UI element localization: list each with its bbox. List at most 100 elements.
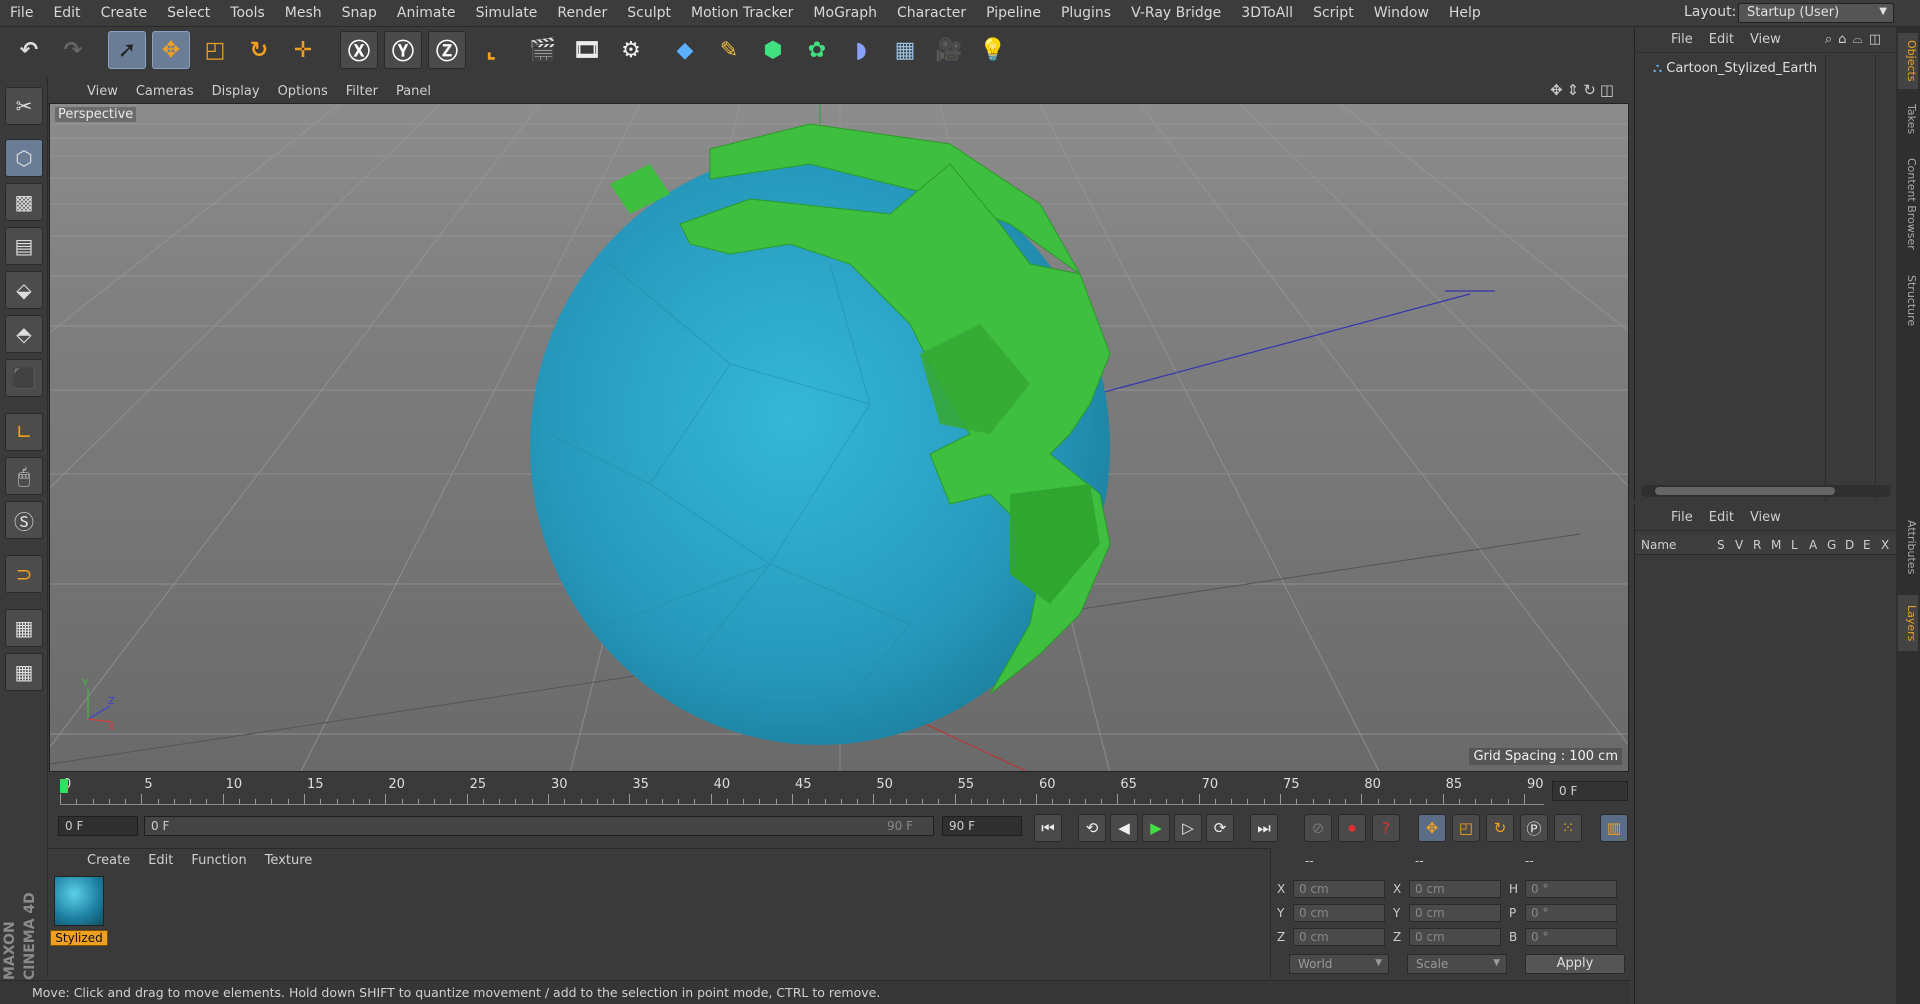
menu-render[interactable]: Render bbox=[547, 5, 617, 21]
next-frame-icon[interactable]: ▷ bbox=[1174, 814, 1202, 842]
workplane-mode-icon[interactable]: ▤ bbox=[5, 227, 43, 265]
menu-edit[interactable]: Edit bbox=[43, 5, 90, 21]
light-icon[interactable]: 💡 bbox=[974, 31, 1012, 69]
mat-menu-function[interactable]: Function bbox=[182, 853, 255, 868]
viewport-nav-icons[interactable]: ✥⇕↻◫ bbox=[1550, 81, 1618, 99]
floor-environment-icon[interactable]: ▦ bbox=[886, 31, 924, 69]
rotation-b-field[interactable]: 0 ° bbox=[1525, 928, 1617, 946]
col-locked[interactable]: L bbox=[1791, 538, 1798, 552]
earth-globe[interactable] bbox=[530, 123, 1111, 745]
col-generators[interactable]: G bbox=[1827, 538, 1836, 552]
obj-menu-file[interactable]: File bbox=[1663, 32, 1701, 47]
obj-menu-edit[interactable]: Edit bbox=[1701, 32, 1742, 47]
size-z-field[interactable]: 0 cm bbox=[1409, 928, 1501, 946]
position-y-field[interactable]: 0 cm bbox=[1293, 904, 1385, 922]
lay-menu-edit[interactable]: Edit bbox=[1701, 510, 1742, 525]
go-to-end-icon[interactable]: ⏭ bbox=[1250, 814, 1278, 842]
vp-menu-panel[interactable]: Panel bbox=[387, 84, 440, 99]
menu-3dtoall[interactable]: 3DToAll bbox=[1231, 5, 1303, 21]
polygons-mode-icon[interactable]: ⬛ bbox=[5, 359, 43, 397]
key-scale-icon[interactable]: ◰ bbox=[1452, 814, 1480, 842]
tab-objects[interactable]: Objects bbox=[1898, 33, 1918, 89]
rotation-h-field[interactable]: 0 ° bbox=[1525, 880, 1617, 898]
key-position-icon[interactable]: ✥ bbox=[1418, 814, 1446, 842]
vp-menu-display[interactable]: Display bbox=[203, 84, 269, 99]
obj-menu-view[interactable]: View bbox=[1742, 32, 1789, 47]
col-render[interactable]: R bbox=[1753, 538, 1761, 552]
key-rotation-icon[interactable]: ↻ bbox=[1486, 814, 1514, 842]
menu-pipeline[interactable]: Pipeline bbox=[976, 5, 1051, 21]
lay-menu-view[interactable]: View bbox=[1742, 510, 1789, 525]
next-key-icon[interactable]: ⟳ bbox=[1206, 814, 1234, 842]
horizontal-scrollbar[interactable] bbox=[1641, 485, 1891, 497]
menu-file[interactable]: File bbox=[0, 5, 43, 21]
edges-mode-icon[interactable]: ⬘ bbox=[5, 315, 43, 353]
view-name-label[interactable]: Perspective bbox=[55, 107, 137, 122]
lay-menu-file[interactable]: File bbox=[1663, 510, 1701, 525]
col-deformers[interactable]: D bbox=[1845, 538, 1854, 552]
render-view-icon[interactable]: 🎬 bbox=[524, 31, 562, 69]
material-name[interactable]: Stylized bbox=[50, 930, 108, 946]
camera-icon[interactable]: 🎥 bbox=[930, 31, 968, 69]
menu-create[interactable]: Create bbox=[91, 5, 158, 21]
timeline-window-icon[interactable]: ▥ bbox=[1600, 814, 1628, 842]
position-z-field[interactable]: 0 cm bbox=[1293, 928, 1385, 946]
grid-icon[interactable]: ▦ bbox=[5, 653, 43, 691]
tweak-mode-icon[interactable]: 🖱 bbox=[5, 457, 43, 495]
menu-motion-tracker[interactable]: Motion Tracker bbox=[681, 5, 803, 21]
coord-mode-select[interactable]: World ▼ bbox=[1289, 954, 1389, 974]
col-name[interactable]: Name bbox=[1641, 538, 1676, 552]
col-xref[interactable]: X bbox=[1881, 538, 1889, 552]
scale-tool-icon[interactable]: ◰ bbox=[196, 31, 234, 69]
coordinate-system-icon[interactable]: ⌞ bbox=[472, 31, 510, 69]
mat-menu-create[interactable]: Create bbox=[78, 853, 139, 868]
points-mode-icon[interactable]: ⬙ bbox=[5, 271, 43, 309]
current-frame-field[interactable]: 0 F bbox=[58, 816, 138, 836]
tab-attributes[interactable]: Attributes bbox=[1898, 507, 1918, 587]
layout-select[interactable]: Startup (User) ▼ bbox=[1738, 3, 1894, 23]
play-icon[interactable]: ▶ bbox=[1142, 814, 1170, 842]
size-y-field[interactable]: 0 cm bbox=[1409, 904, 1501, 922]
scrollbar-thumb[interactable] bbox=[1655, 487, 1835, 495]
render-settings-icon[interactable]: ⚙ bbox=[612, 31, 650, 69]
menu-mesh[interactable]: Mesh bbox=[275, 5, 332, 21]
range-end-field[interactable]: 90 F bbox=[942, 816, 1022, 836]
key-parameter-icon[interactable]: Ⓟ bbox=[1520, 814, 1548, 842]
previous-key-icon[interactable]: ⟲ bbox=[1078, 814, 1106, 842]
x-axis-lock-icon[interactable]: Ⓧ bbox=[340, 31, 378, 69]
transform-tool-icon[interactable]: ✛ bbox=[284, 31, 322, 69]
autokey-icon[interactable]: ⏺ bbox=[1338, 814, 1366, 842]
timeline-ruler[interactable]: 051015202530354045505560657075808590 bbox=[60, 777, 1544, 805]
render-picture-viewer-icon[interactable]: 🎞 bbox=[568, 31, 606, 69]
menu-tools[interactable]: Tools bbox=[220, 5, 275, 21]
make-editable-icon[interactable]: ✂ bbox=[5, 87, 43, 125]
model-mode-icon[interactable]: ⬡ bbox=[5, 139, 43, 177]
redo-icon[interactable]: ↷ bbox=[54, 31, 92, 69]
menu-help[interactable]: Help bbox=[1439, 5, 1491, 21]
move-tool-icon[interactable]: ✥ bbox=[152, 31, 190, 69]
mat-menu-texture[interactable]: Texture bbox=[256, 853, 322, 868]
axis-mode-icon[interactable]: ∟ bbox=[5, 413, 43, 451]
cube-object-icon[interactable]: ◆ bbox=[666, 31, 704, 69]
col-expressions[interactable]: E bbox=[1863, 538, 1871, 552]
tab-layers[interactable]: Layers bbox=[1898, 595, 1918, 651]
key-point-level-icon[interactable]: ⁙ bbox=[1554, 814, 1582, 842]
menu-mograph[interactable]: MoGraph bbox=[803, 5, 887, 21]
size-x-field[interactable]: 0 cm bbox=[1409, 880, 1501, 898]
menu-plugins[interactable]: Plugins bbox=[1051, 5, 1121, 21]
menu-character[interactable]: Character bbox=[887, 5, 976, 21]
position-x-field[interactable]: 0 cm bbox=[1293, 880, 1385, 898]
magnet-icon[interactable]: ⊃ bbox=[5, 555, 43, 593]
col-view[interactable]: V bbox=[1735, 538, 1743, 552]
tab-structure[interactable]: Structure bbox=[1898, 267, 1918, 335]
menu-script[interactable]: Script bbox=[1303, 5, 1364, 21]
search-icon[interactable]: ⌕⌂⌓◫ bbox=[1825, 32, 1887, 47]
col-manager[interactable]: M bbox=[1771, 538, 1781, 552]
tab-takes[interactable]: Takes bbox=[1898, 97, 1918, 141]
keyframe-selection-icon[interactable]: ? bbox=[1372, 814, 1400, 842]
vp-menu-options[interactable]: Options bbox=[269, 84, 337, 99]
object-row-earth[interactable]: ⛬ Cartoon_Stylized_Earth bbox=[1653, 61, 1817, 76]
menu-select[interactable]: Select bbox=[157, 5, 220, 21]
playhead[interactable] bbox=[60, 779, 68, 793]
vp-menu-cameras[interactable]: Cameras bbox=[127, 84, 203, 99]
